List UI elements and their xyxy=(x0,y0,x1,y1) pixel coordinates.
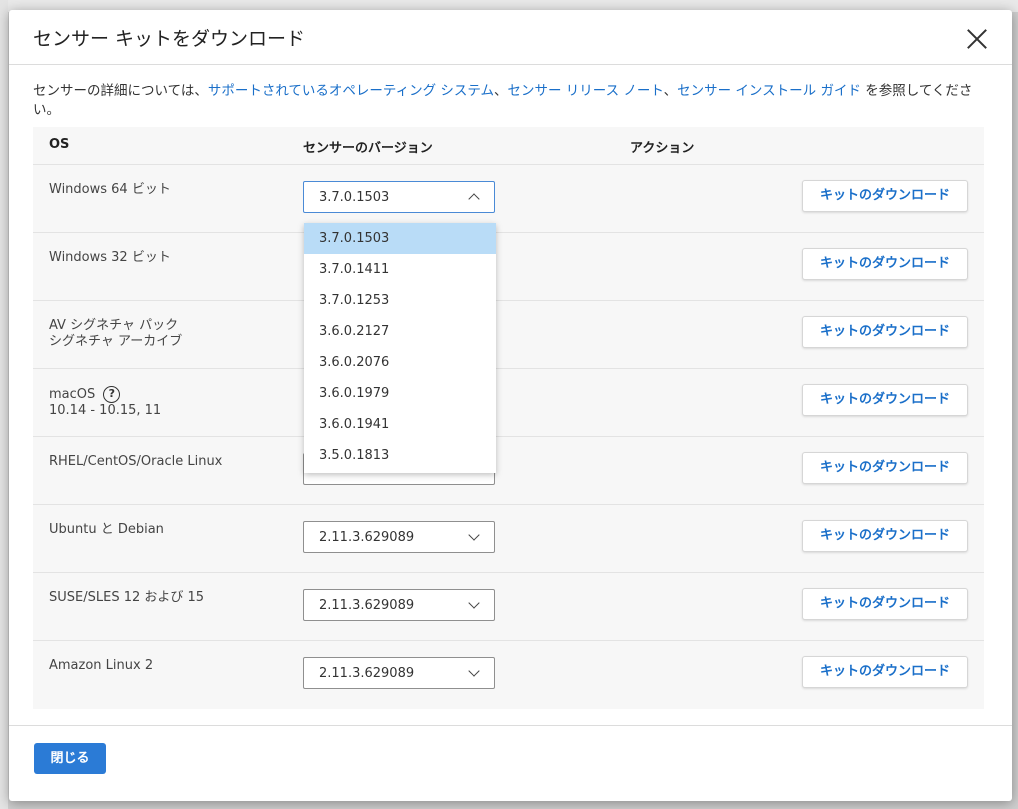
os-sublabel: 10.14 - 10.15, 11 xyxy=(49,403,162,418)
supported-os-link[interactable]: サポートされているオペレーティング システム xyxy=(208,83,494,99)
chevron-up-icon xyxy=(468,193,480,205)
column-header-os: OS xyxy=(49,137,70,152)
column-header-action: アクション xyxy=(630,141,695,156)
chevron-down-icon xyxy=(468,529,480,541)
os-name: RHEL/CentOS/Oracle Linux xyxy=(49,454,222,470)
version-select[interactable]: 2.11.3.629089 xyxy=(303,589,495,621)
install-guide-link[interactable]: センサー インストール ガイド xyxy=(677,83,861,99)
os-label: Ubuntu と Debian xyxy=(49,522,164,537)
intro-separator: 、 xyxy=(663,83,678,99)
chevron-down-icon xyxy=(468,597,480,609)
download-kit-button[interactable]: キットのダウンロード xyxy=(802,520,968,552)
table-row: SUSE/SLES 12 および 15 2.11.3.629089 キットのダウ… xyxy=(33,573,984,641)
version-value: 2.11.3.629089 xyxy=(319,598,415,613)
table-row: Amazon Linux 2 2.11.3.629089 キットのダウンロード xyxy=(33,641,984,709)
os-name: SUSE/SLES 12 および 15 xyxy=(49,590,204,606)
os-label: AV シグネチャ パック xyxy=(49,318,179,333)
help-icon[interactable]: ? xyxy=(103,386,121,403)
os-label: SUSE/SLES 12 および 15 xyxy=(49,590,205,605)
version-select[interactable]: 3.7.0.1503 xyxy=(303,181,495,213)
version-dropdown-list: 3.7.0.1503 3.7.0.1411 3.7.0.1253 3.6.0.2… xyxy=(304,223,496,473)
os-label: Amazon Linux 2 xyxy=(49,658,154,673)
table-row: Windows 64 ビット 3.7.0.1503 キットのダウンロード xyxy=(33,165,984,233)
close-icon[interactable] xyxy=(964,26,990,52)
version-option[interactable]: 3.7.0.1253 xyxy=(304,285,496,316)
version-option[interactable]: 3.6.0.1979 xyxy=(304,378,496,409)
download-kit-button[interactable]: キットのダウンロード xyxy=(802,316,968,348)
os-name: AV シグネチャ パック シグネチャ アーカイブ xyxy=(49,318,182,350)
version-select[interactable]: 2.11.3.629089 xyxy=(303,657,495,689)
download-kit-button[interactable]: キットのダウンロード xyxy=(802,656,968,688)
os-name: Amazon Linux 2 xyxy=(49,658,153,674)
chevron-down-icon xyxy=(468,665,480,677)
version-option[interactable]: 3.7.0.1503 xyxy=(304,223,496,254)
version-value: 2.11.3.629089 xyxy=(319,530,415,545)
version-option[interactable]: 3.6.0.2127 xyxy=(304,316,496,347)
download-kit-button[interactable]: キットのダウンロード xyxy=(802,452,968,484)
os-name: Ubuntu と Debian xyxy=(49,522,164,538)
table-header: OS センサーのバージョン アクション xyxy=(33,127,984,165)
os-label: macOS xyxy=(49,387,96,402)
table-row: Windows 32 ビット キットのダウンロード xyxy=(33,233,984,301)
version-value: 2.11.3.629089 xyxy=(319,666,415,681)
version-option[interactable]: 3.7.0.1411 xyxy=(304,254,496,285)
release-notes-link[interactable]: センサー リリース ノート xyxy=(508,83,664,99)
backdrop-edge xyxy=(0,0,8,809)
download-kit-button[interactable]: キットのダウンロード xyxy=(802,180,968,212)
intro-separator: 、 xyxy=(494,83,508,99)
column-header-version: センサーのバージョン xyxy=(303,141,433,156)
close-button[interactable]: 閉じる xyxy=(34,743,106,774)
os-name: macOS? 10.14 - 10.15, 11 xyxy=(49,386,161,419)
table-row: macOS? 10.14 - 10.15, 11 キットのダウンロード xyxy=(33,369,984,437)
os-label: RHEL/CentOS/Oracle Linux xyxy=(49,454,223,469)
os-label: Windows 32 ビット xyxy=(49,250,171,265)
table-row: AV シグネチャ パック シグネチャ アーカイブ キットのダウンロード xyxy=(33,301,984,369)
os-sublabel: シグネチャ アーカイブ xyxy=(49,334,183,349)
download-sensor-kit-dialog: センサー キットをダウンロード センサーの詳細については、サポートされているオペ… xyxy=(9,10,1012,801)
intro-prefix: センサーの詳細については、 xyxy=(33,83,208,99)
download-kit-button[interactable]: キットのダウンロード xyxy=(802,384,968,416)
version-option[interactable]: 3.6.0.2076 xyxy=(304,347,496,378)
version-option[interactable]: 3.6.0.1941 xyxy=(304,409,496,440)
os-label: Windows 64 ビット xyxy=(49,182,171,197)
version-value: 3.7.0.1503 xyxy=(319,190,390,205)
sensor-kit-table: OS センサーのバージョン アクション Windows 64 ビット 3.7.0… xyxy=(33,127,984,709)
download-kit-button[interactable]: キットのダウンロード xyxy=(802,248,968,280)
version-select[interactable]: 2.11.3.629089 xyxy=(303,521,495,553)
dialog-title: センサー キットをダウンロード xyxy=(33,28,306,50)
intro-text: センサーの詳細については、サポートされているオペレーティング システム、センサー… xyxy=(33,82,988,120)
dialog-header: センサー キットをダウンロード xyxy=(9,10,1012,65)
version-option[interactable]: 3.5.0.1813 xyxy=(304,440,496,471)
table-row: RHEL/CentOS/Oracle Linux 2.11.3.629089 キ… xyxy=(33,437,984,505)
os-name: Windows 32 ビット xyxy=(49,250,171,266)
download-kit-button[interactable]: キットのダウンロード xyxy=(802,588,968,620)
os-name: Windows 64 ビット xyxy=(49,182,171,198)
table-row: Ubuntu と Debian 2.11.3.629089 キットのダウンロード xyxy=(33,505,984,573)
dialog-footer: 閉じる xyxy=(9,725,1012,801)
